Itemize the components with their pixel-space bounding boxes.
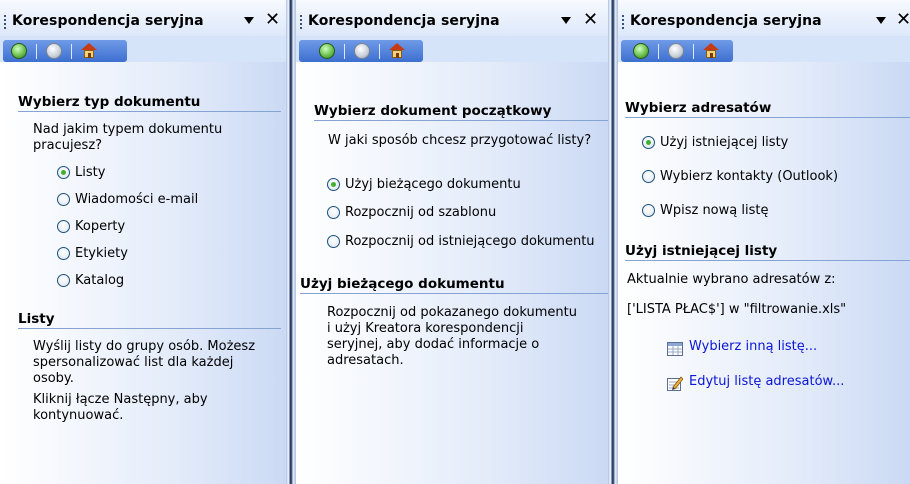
radio-option-new-list[interactable]: Wpisz nową listę: [642, 203, 768, 218]
section-title-current-doc: Użyj bieżącego dokumentu: [300, 276, 609, 294]
question-text: W jaki sposób chcesz przygotować listy?: [328, 133, 592, 148]
pane-title: Korespondencja seryjna: [630, 13, 822, 29]
nav-toolbar: [3, 40, 127, 62]
dropdown-arrow-icon[interactable]: [561, 17, 571, 24]
task-pane-3: Korespondencja seryjna ✕ Wybierz adresat…: [618, 0, 910, 484]
question-text: Nad jakim typem dokumentu pracujesz?: [33, 122, 223, 153]
radio-option-existing-list[interactable]: Użyj istniejącej listy: [642, 135, 788, 150]
radio-option-current-doc[interactable]: Użyj bieżącego dokumentu: [327, 177, 521, 192]
back-arrow-icon: [11, 43, 27, 59]
radio-option-listy[interactable]: Listy: [57, 165, 105, 180]
back-arrow-icon: [633, 43, 649, 59]
table-list-icon[interactable]: [667, 341, 683, 356]
radio-button[interactable]: [642, 170, 655, 183]
back-arrow-icon: [319, 43, 335, 59]
radio-button[interactable]: [642, 204, 655, 217]
radio-option-template[interactable]: Rozpocznij od szablonu: [327, 205, 496, 220]
back-button[interactable]: [11, 43, 27, 59]
home-icon: [703, 43, 719, 59]
section-title-listy: Listy: [18, 311, 281, 329]
task-pane-2: Korespondencja seryjna ✕ Wybierz dokumen…: [296, 0, 610, 484]
pane-body: Wybierz adresatów Użyj istniejącej listy…: [618, 62, 910, 484]
current-selection-label: Aktualnie wybrano adresatów z:: [627, 272, 836, 287]
radio-option-email[interactable]: Wiadomości e-mail: [57, 192, 198, 207]
radio-button[interactable]: [57, 274, 70, 287]
instruction-text: Kliknij łącze Następny, aby kontynuować.: [33, 392, 208, 423]
choose-other-list-link[interactable]: Wybierz inną listę...: [689, 339, 817, 354]
home-icon: [389, 43, 405, 59]
radio-button[interactable]: [327, 178, 340, 191]
pane-titlebar: Korespondencja seryjna ✕: [0, 0, 288, 36]
nav-divider: [71, 44, 72, 59]
nav-divider: [693, 44, 694, 59]
close-icon[interactable]: ✕: [265, 10, 280, 30]
edit-recipients-link[interactable]: Edytuj listę adresatów...: [689, 374, 844, 389]
close-icon[interactable]: ✕: [583, 10, 598, 30]
radio-button[interactable]: [57, 193, 70, 206]
forward-button[interactable]: [668, 43, 684, 59]
radio-button[interactable]: [57, 220, 70, 233]
pane-title: Korespondencja seryjna: [12, 13, 204, 29]
home-button[interactable]: [389, 43, 405, 59]
description-text: Wyślij listy do grupy osób. Możesz spers…: [33, 339, 256, 386]
pane-titlebar: Korespondencja seryjna ✕: [618, 0, 910, 36]
section-title-recipients: Wybierz adresatów: [625, 100, 910, 118]
radio-button[interactable]: [642, 136, 655, 149]
radio-option-katalog[interactable]: Katalog: [57, 273, 124, 288]
back-button[interactable]: [319, 43, 335, 59]
forward-arrow-icon: [46, 43, 62, 59]
pane-title: Korespondencja seryjna: [308, 13, 500, 29]
section-title-doc-type: Wybierz typ dokumentu: [18, 94, 281, 112]
description-text: Rozpocznij od pokazanego dokumentu i uży…: [327, 305, 577, 368]
radio-option-existing-doc[interactable]: Rozpocznij od istniejącego dokumentu: [327, 234, 595, 249]
forward-button[interactable]: [46, 43, 62, 59]
radio-button[interactable]: [327, 235, 340, 248]
pane-body: Wybierz typ dokumentu Nad jakim typem do…: [0, 62, 288, 484]
home-icon: [81, 43, 97, 59]
close-icon[interactable]: ✕: [896, 10, 910, 30]
forward-arrow-icon: [354, 43, 370, 59]
drag-grip[interactable]: [4, 15, 6, 31]
nav-divider: [379, 44, 380, 59]
home-button[interactable]: [703, 43, 719, 59]
radio-button[interactable]: [57, 166, 70, 179]
radio-option-koperty[interactable]: Koperty: [57, 219, 125, 234]
section-title-start-doc: Wybierz dokument początkowy: [314, 103, 609, 121]
radio-option-outlook[interactable]: Wybierz kontakty (Outlook): [642, 169, 838, 184]
nav-divider: [344, 44, 345, 59]
dropdown-arrow-icon[interactable]: [244, 17, 254, 24]
task-pane-1: Korespondencja seryjna ✕ Wybierz typ dok…: [0, 0, 288, 484]
forward-button[interactable]: [354, 43, 370, 59]
drag-grip[interactable]: [622, 15, 624, 31]
back-button[interactable]: [633, 43, 649, 59]
nav-divider: [658, 44, 659, 59]
edit-list-icon[interactable]: [667, 375, 684, 391]
home-button[interactable]: [81, 43, 97, 59]
radio-option-etykiety[interactable]: Etykiety: [57, 246, 128, 261]
radio-button[interactable]: [57, 247, 70, 260]
pane-body: Wybierz dokument początkowy W jaki sposó…: [296, 62, 610, 484]
pane-splitter[interactable]: [286, 0, 296, 484]
nav-toolbar: [621, 40, 733, 62]
pane-splitter[interactable]: [608, 0, 618, 484]
drag-grip[interactable]: [300, 15, 302, 31]
current-data-source: ['LISTA PŁAC$'] w "filtrowanie.xls": [627, 302, 847, 317]
section-title-existing-list: Użyj istniejącej listy: [625, 243, 910, 261]
forward-arrow-icon: [668, 43, 684, 59]
pane-titlebar: Korespondencja seryjna ✕: [296, 0, 610, 36]
nav-toolbar: [299, 40, 423, 62]
radio-button[interactable]: [327, 206, 340, 219]
dropdown-arrow-icon[interactable]: [876, 17, 886, 24]
nav-divider: [36, 44, 37, 59]
